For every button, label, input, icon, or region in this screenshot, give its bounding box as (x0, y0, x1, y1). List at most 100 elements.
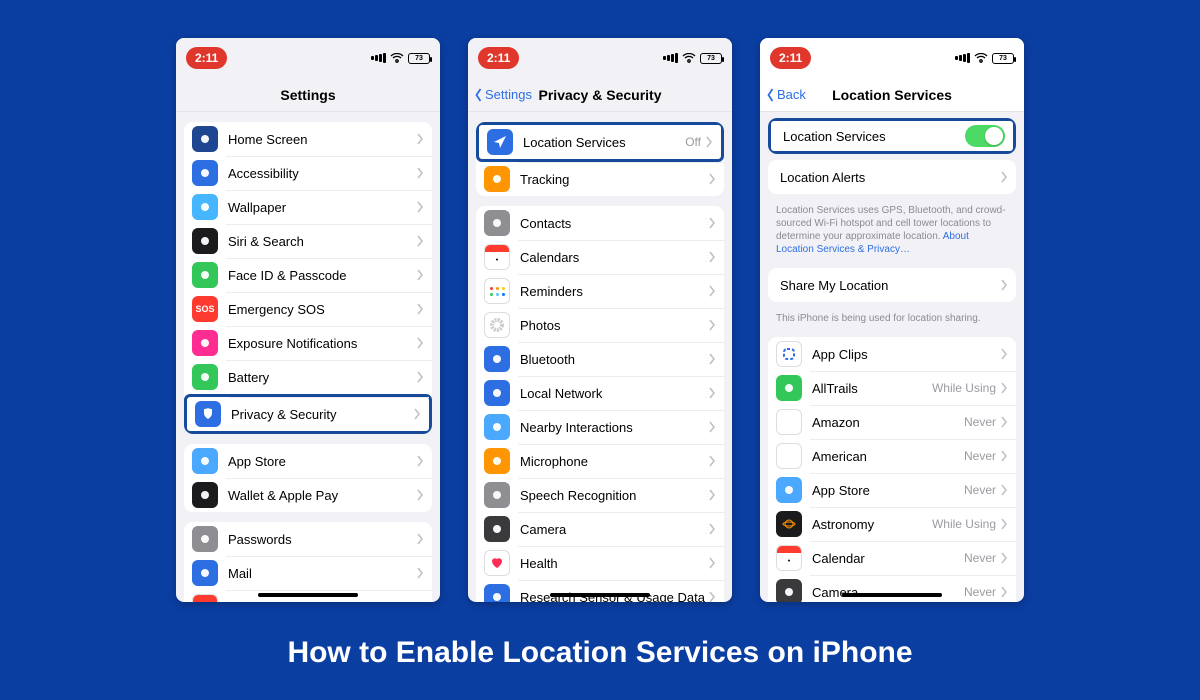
sos-icon: SOS (192, 296, 218, 322)
row-detail: Never (964, 483, 996, 497)
scroll-area[interactable]: Location Services Location Alerts Locati… (760, 112, 1024, 602)
battery-icon (192, 364, 218, 390)
row-label: Share My Location (780, 278, 1000, 293)
row-label: Location Services (523, 135, 685, 150)
status-bar: 2:11 73 (760, 38, 1024, 78)
home-indicator (842, 593, 942, 597)
calendars-icon: • (484, 244, 510, 270)
location-alerts-row[interactable]: Location Alerts (768, 160, 1016, 194)
row-detail: Never (964, 415, 996, 429)
status-time: 2:11 (186, 47, 227, 69)
contacts-icon (484, 210, 510, 236)
phone-settings: 2:11 73 Settings Home Screen Accessibili… (176, 38, 440, 602)
settings-row[interactable]: Wallet & Apple Pay (184, 478, 432, 512)
scroll-area[interactable]: Location Services Off Tracking Contacts … (468, 112, 732, 602)
settings-row[interactable]: American Never (768, 439, 1016, 473)
settings-row[interactable]: Research Sensor & Usage Data (476, 580, 724, 602)
location-services-toggle[interactable] (965, 125, 1005, 147)
settings-row[interactable]: Bluetooth (476, 342, 724, 376)
row-label: Wallpaper (228, 200, 416, 215)
settings-row[interactable]: SOS Emergency SOS (184, 292, 432, 326)
settings-row[interactable]: Siri & Search (184, 224, 432, 258)
scroll-area[interactable]: Home Screen Accessibility Wallpaper Siri… (176, 112, 440, 602)
page-title: Location Services (832, 87, 952, 103)
row-label: Wallet & Apple Pay (228, 488, 416, 503)
settings-row[interactable]: App Store (184, 444, 432, 478)
camera-icon (484, 516, 510, 542)
settings-row[interactable]: Wallpaper (184, 190, 432, 224)
privacy-icon (195, 401, 221, 427)
row-label: Astronomy (812, 517, 932, 532)
row-detail: Never (964, 449, 996, 463)
settings-row[interactable]: App Clips (768, 337, 1016, 371)
settings-row[interactable]: Microphone (476, 444, 724, 478)
wifi-icon (974, 53, 988, 63)
settings-row[interactable]: Local Network (476, 376, 724, 410)
settings-row[interactable]: Accessibility (184, 156, 432, 190)
settings-row[interactable]: Camera (476, 512, 724, 546)
appclips-icon (776, 341, 802, 367)
settings-row[interactable]: • Calendar Never (768, 541, 1016, 575)
row-label: Tracking (520, 172, 708, 187)
settings-row[interactable]: App Store Never (768, 473, 1016, 507)
row-label: Location Alerts (780, 170, 1000, 185)
about-location-link[interactable]: About Location Services & Privacy… (776, 231, 969, 255)
siri-icon (192, 228, 218, 254)
row-label: Photos (520, 318, 708, 333)
settings-row[interactable]: Tracking (476, 162, 724, 196)
settings-row[interactable]: AllTrails While Using (768, 371, 1016, 405)
settings-row[interactable]: Astronomy While Using (768, 507, 1016, 541)
row-label: Microphone (520, 454, 708, 469)
row-label: Health (520, 556, 708, 571)
share-my-location-row[interactable]: Share My Location (768, 268, 1016, 302)
settings-row[interactable]: Camera Never (768, 575, 1016, 602)
nav-bar: Settings (176, 78, 440, 112)
settings-row[interactable]: Nearby Interactions (476, 410, 724, 444)
wifi-icon (682, 53, 696, 63)
phone-location: 2:11 73 Back Location Services Location … (760, 38, 1024, 602)
microphone-icon (484, 448, 510, 474)
settings-row[interactable]: Exposure Notifications (184, 326, 432, 360)
row-label: Reminders (520, 284, 708, 299)
settings-row[interactable]: Home Screen (184, 122, 432, 156)
row-label: Nearby Interactions (520, 420, 708, 435)
row-detail: Off (685, 135, 701, 149)
settings-row[interactable]: Amazon Never (768, 405, 1016, 439)
settings-row[interactable]: Battery (184, 360, 432, 394)
back-button[interactable]: Settings (474, 78, 532, 111)
settings-row[interactable]: Photos (476, 308, 724, 342)
row-detail: Never (964, 551, 996, 565)
cell-signal-icon (954, 53, 970, 63)
settings-row[interactable]: Passwords (184, 522, 432, 556)
share-location-footer: This iPhone is being used for location s… (760, 308, 1024, 331)
settings-row[interactable]: Contacts (476, 206, 724, 240)
appstore-icon (192, 448, 218, 474)
row-label: Exposure Notifications (228, 336, 416, 351)
tracking-icon (484, 166, 510, 192)
camera-icon (776, 579, 802, 602)
settings-row[interactable]: Speech Recognition (476, 478, 724, 512)
status-bar: 2:11 73 (468, 38, 732, 78)
settings-row[interactable]: Privacy & Security (184, 394, 432, 434)
status-time: 2:11 (770, 47, 811, 69)
battery-icon: 73 (700, 53, 722, 64)
settings-row[interactable]: Reminders (476, 274, 724, 308)
settings-row[interactable]: Mail (184, 556, 432, 590)
row-label: AllTrails (812, 381, 932, 396)
back-button[interactable]: Back (766, 78, 806, 111)
alltrails-icon (776, 375, 802, 401)
settings-row[interactable]: Location Services Off (476, 122, 724, 162)
settings-row[interactable]: Face ID & Passcode (184, 258, 432, 292)
mail-icon (192, 560, 218, 586)
exposure-icon (192, 330, 218, 356)
research-icon (484, 584, 510, 602)
row-label: Calendar (812, 551, 964, 566)
settings-row[interactable]: Health (476, 546, 724, 580)
location-services-toggle-row[interactable]: Location Services (768, 118, 1016, 154)
faceid-icon (192, 262, 218, 288)
settings-row[interactable]: • Calendars (476, 240, 724, 274)
row-label: Privacy & Security (231, 407, 413, 422)
status-time: 2:11 (478, 47, 519, 69)
amazon-icon (776, 409, 802, 435)
local-network-icon (484, 380, 510, 406)
